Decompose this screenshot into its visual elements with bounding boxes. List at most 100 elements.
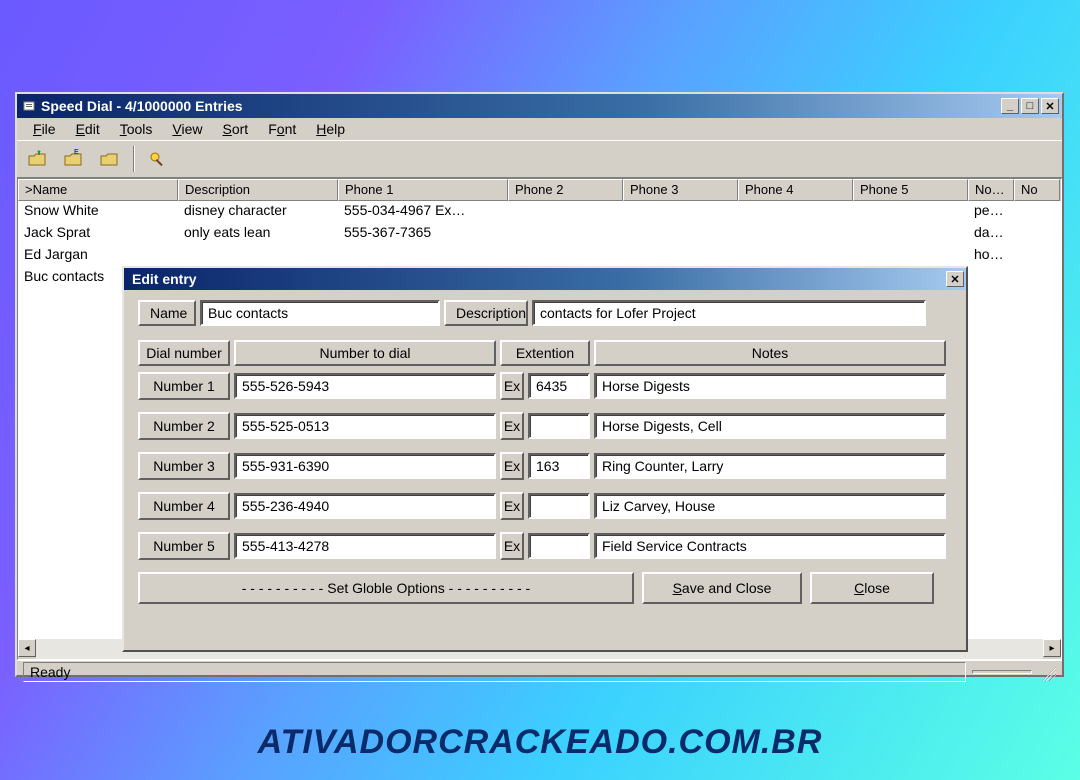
cell-no1 <box>968 267 1014 289</box>
dial-row: Number 1 Ex <box>138 372 952 400</box>
name-label: Name <box>138 300 196 326</box>
header-notes: Notes <box>594 340 946 366</box>
number-1-input[interactable] <box>234 373 496 399</box>
ext-1-input[interactable] <box>528 373 590 399</box>
ext-3-input[interactable] <box>528 453 590 479</box>
toolbar-open-icon[interactable] <box>23 145 53 173</box>
col-header-phone1[interactable]: Phone 1 <box>338 179 508 201</box>
number-5-input[interactable] <box>234 533 496 559</box>
cell-no2 <box>1014 245 1060 267</box>
dial-headers: Dial number Number to dial Extention Not… <box>138 340 952 366</box>
cell-p2 <box>508 245 623 267</box>
close-button[interactable]: ✕ <box>1041 98 1059 114</box>
cell-no2 <box>1014 223 1060 245</box>
set-global-options-button[interactable]: - - - - - - - - - - Set Globle Options -… <box>138 572 634 604</box>
name-desc-row: Name Description <box>138 300 952 326</box>
cell-name: Jack Sprat <box>18 223 178 245</box>
cell-no2 <box>1014 201 1060 223</box>
cell-p5 <box>853 223 968 245</box>
close-button[interactable]: Close <box>810 572 934 604</box>
number-5-button[interactable]: Number 5 <box>138 532 230 560</box>
toolbar: E <box>17 140 1062 178</box>
app-icon <box>21 98 37 114</box>
number-3-input[interactable] <box>234 453 496 479</box>
col-header-phone4[interactable]: Phone 4 <box>738 179 853 201</box>
cell-p2 <box>508 201 623 223</box>
ext-2-input[interactable] <box>528 413 590 439</box>
menu-sort[interactable]: Sort <box>213 119 259 139</box>
window-controls: _ □ ✕ <box>1001 98 1059 114</box>
cell-p3 <box>623 201 738 223</box>
dial-row: Number 2 Ex <box>138 412 952 440</box>
notes-1-input[interactable] <box>594 373 946 399</box>
cell-p1 <box>338 245 508 267</box>
toolbar-export-icon[interactable]: E <box>59 145 89 173</box>
dial-rows-container: Number 1 Ex Number 2 Ex Number 3Ex Number 4 Ex… <box>138 372 952 560</box>
scroll-left-button[interactable]: ◂ <box>18 639 36 657</box>
resize-grip[interactable] <box>1038 663 1056 681</box>
edit-entry-dialog: Edit entry ✕ Name Description Dial numbe… <box>122 266 968 652</box>
minimize-button[interactable]: _ <box>1001 98 1019 114</box>
cell-p2 <box>508 223 623 245</box>
menu-font[interactable]: Font <box>258 119 306 139</box>
cell-p5 <box>853 245 968 267</box>
number-2-button[interactable]: Number 2 <box>138 412 230 440</box>
cell-p3 <box>623 223 738 245</box>
cell-desc: disney character <box>178 201 338 223</box>
menu-edit[interactable]: Edit <box>66 119 110 139</box>
cell-p4 <box>738 245 853 267</box>
header-extension: Extention <box>500 340 590 366</box>
dialog-close-icon[interactable]: ✕ <box>946 271 964 287</box>
col-header-no1[interactable]: No… <box>968 179 1014 201</box>
col-header-description[interactable]: Description <box>178 179 338 201</box>
toolbar-folder-icon[interactable] <box>95 145 125 173</box>
ext-4-input[interactable] <box>528 493 590 519</box>
save-and-close-button[interactable]: Save and Close <box>642 572 802 604</box>
dialog-titlebar: Edit entry ✕ <box>124 268 966 290</box>
col-header-name[interactable]: >Name <box>18 179 178 201</box>
dial-row: Number 4 Ex <box>138 492 952 520</box>
number-2-input[interactable] <box>234 413 496 439</box>
status-cell-1 <box>972 670 1032 674</box>
notes-4-input[interactable] <box>594 493 946 519</box>
dialog-buttons-row: - - - - - - - - - - Set Globle Options -… <box>138 572 952 604</box>
scroll-right-button[interactable]: ▸ <box>1043 639 1061 657</box>
table-row[interactable]: Ed Jarganhome <box>18 245 1061 267</box>
notes-2-input[interactable] <box>594 413 946 439</box>
cell-p4 <box>738 201 853 223</box>
menu-view[interactable]: View <box>162 119 212 139</box>
menu-help[interactable]: Help <box>306 119 355 139</box>
number-1-button[interactable]: Number 1 <box>138 372 230 400</box>
col-header-phone3[interactable]: Phone 3 <box>623 179 738 201</box>
notes-5-input[interactable] <box>594 533 946 559</box>
number-4-input[interactable] <box>234 493 496 519</box>
table-row[interactable]: Snow Whitedisney character555-034-4967 E… <box>18 201 1061 223</box>
cell-p3 <box>623 245 738 267</box>
col-header-no2[interactable]: No <box>1014 179 1060 201</box>
toolbar-settings-icon[interactable] <box>143 145 173 173</box>
ext-5-input[interactable] <box>528 533 590 559</box>
dialog-title: Edit entry <box>132 271 946 287</box>
notes-3-input[interactable] <box>594 453 946 479</box>
name-input[interactable] <box>200 300 440 326</box>
description-input[interactable] <box>532 300 926 326</box>
menu-tools[interactable]: Tools <box>110 119 163 139</box>
cell-desc <box>178 245 338 267</box>
dial-row: Number 3Ex <box>138 452 952 480</box>
cell-name: Ed Jargan <box>18 245 178 267</box>
ex-label: Ex <box>500 412 524 440</box>
table-row[interactable]: Jack Spratonly eats lean555-367-7365da… <box>18 223 1061 245</box>
number-4-button[interactable]: Number 4 <box>138 492 230 520</box>
cell-p4 <box>738 223 853 245</box>
col-header-phone5[interactable]: Phone 5 <box>853 179 968 201</box>
menubar: File Edit Tools View Sort Font Help <box>17 118 1062 140</box>
col-header-phone2[interactable]: Phone 2 <box>508 179 623 201</box>
ex-label: Ex <box>500 372 524 400</box>
ex-label: Ex <box>500 492 524 520</box>
number-3-button[interactable]: Number 3 <box>138 452 230 480</box>
cell-no1: da… <box>968 223 1014 245</box>
menu-file[interactable]: File <box>23 119 66 139</box>
maximize-button[interactable]: □ <box>1021 98 1039 114</box>
header-number-to-dial: Number to dial <box>234 340 496 366</box>
grid-header: >Name Description Phone 1 Phone 2 Phone … <box>18 179 1061 201</box>
